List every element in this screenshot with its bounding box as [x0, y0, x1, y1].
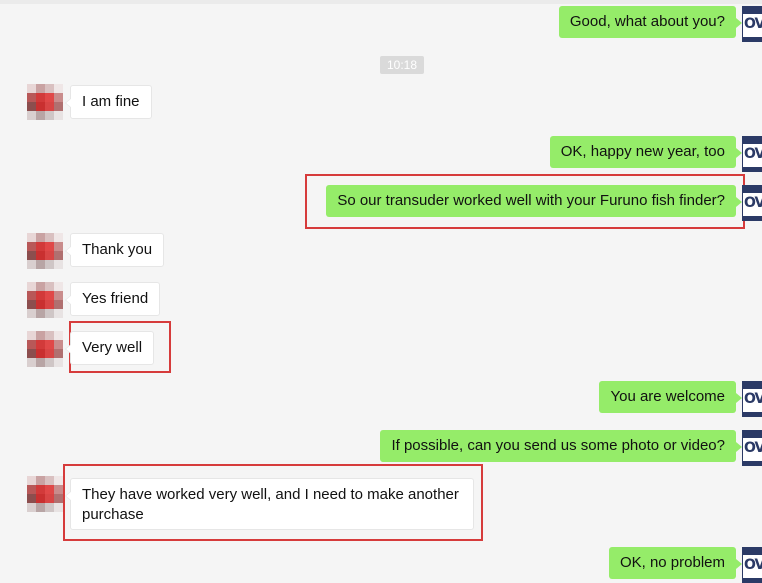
contact-avatar-icon[interactable] — [27, 476, 63, 512]
message-bubble[interactable]: Yes friend — [64, 282, 161, 316]
message-bubble[interactable]: Good, what about you? — [558, 6, 743, 38]
user-avatar-icon[interactable]: OV — [742, 430, 762, 466]
top-divider — [0, 0, 762, 4]
message-bubble[interactable]: They have worked very well, and I need t… — [65, 478, 474, 530]
message-bubble[interactable]: OK, happy new year, too — [549, 136, 743, 168]
timestamp: 10:18 — [380, 56, 424, 74]
message-bubble[interactable]: Thank you — [64, 233, 165, 267]
user-avatar-icon[interactable]: OV — [742, 185, 762, 221]
message-bubble[interactable]: If possible, can you send us some photo … — [380, 430, 742, 462]
user-avatar-icon[interactable]: OV — [742, 547, 762, 583]
contact-avatar-icon[interactable] — [27, 233, 63, 269]
message-bubble[interactable]: I am fine — [65, 85, 152, 119]
message-bubble[interactable]: OK, no problem — [608, 547, 743, 579]
message-bubble[interactable]: Very well — [64, 331, 155, 365]
contact-avatar-icon[interactable] — [27, 331, 63, 367]
message-bubble[interactable]: So our transuder worked well with your F… — [326, 185, 742, 217]
user-avatar-icon[interactable]: OV — [742, 381, 762, 417]
user-avatar-icon[interactable]: OV — [742, 6, 762, 42]
contact-avatar-icon[interactable] — [27, 282, 63, 318]
user-avatar-icon[interactable]: OV — [742, 136, 762, 172]
contact-avatar-icon[interactable] — [27, 84, 63, 120]
message-bubble[interactable]: You are welcome — [599, 381, 742, 413]
